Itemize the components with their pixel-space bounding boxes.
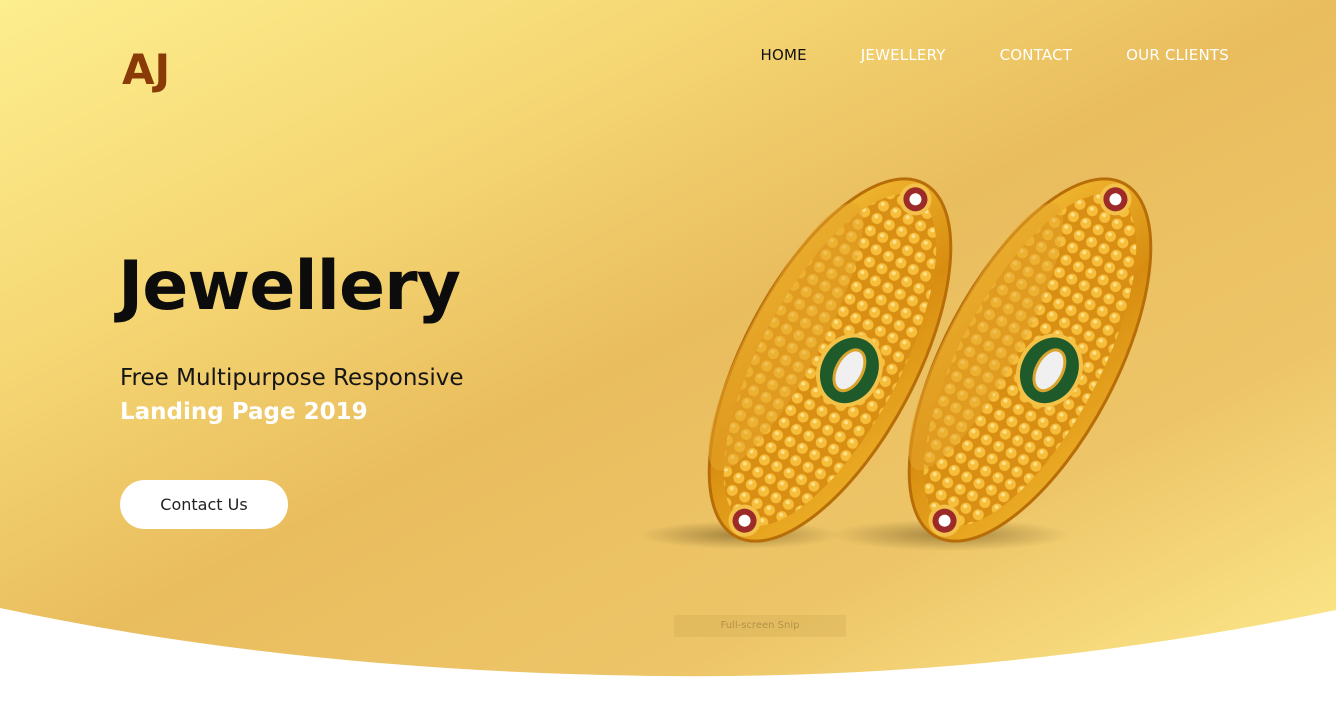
hero-title: Jewellery [118,247,461,326]
hero-subtitle: Free Multipurpose Responsive [120,365,464,391]
nav-jewellery[interactable]: JEWELLERY [861,44,946,66]
nav-home[interactable]: HOME [760,44,806,66]
main-nav: HOME JEWELLERY CONTACT OUR CLIENTS [706,44,1229,66]
nav-contact[interactable]: CONTACT [1000,44,1073,66]
landing-page: AJ HOME JEWELLERY CONTACT OUR CLIENTS Je… [0,0,1336,727]
brand-logo[interactable]: AJ [122,40,182,106]
snip-overlay-label: Full-screen Snip [674,615,846,637]
hero-subtitle-strong: Landing Page 2019 [120,399,368,425]
gold-bangles-image [640,177,1153,551]
contact-us-button[interactable]: Contact Us [120,480,288,529]
brand-logo-text: AJ [122,45,170,94]
nav-our-clients[interactable]: OUR CLIENTS [1126,44,1229,66]
